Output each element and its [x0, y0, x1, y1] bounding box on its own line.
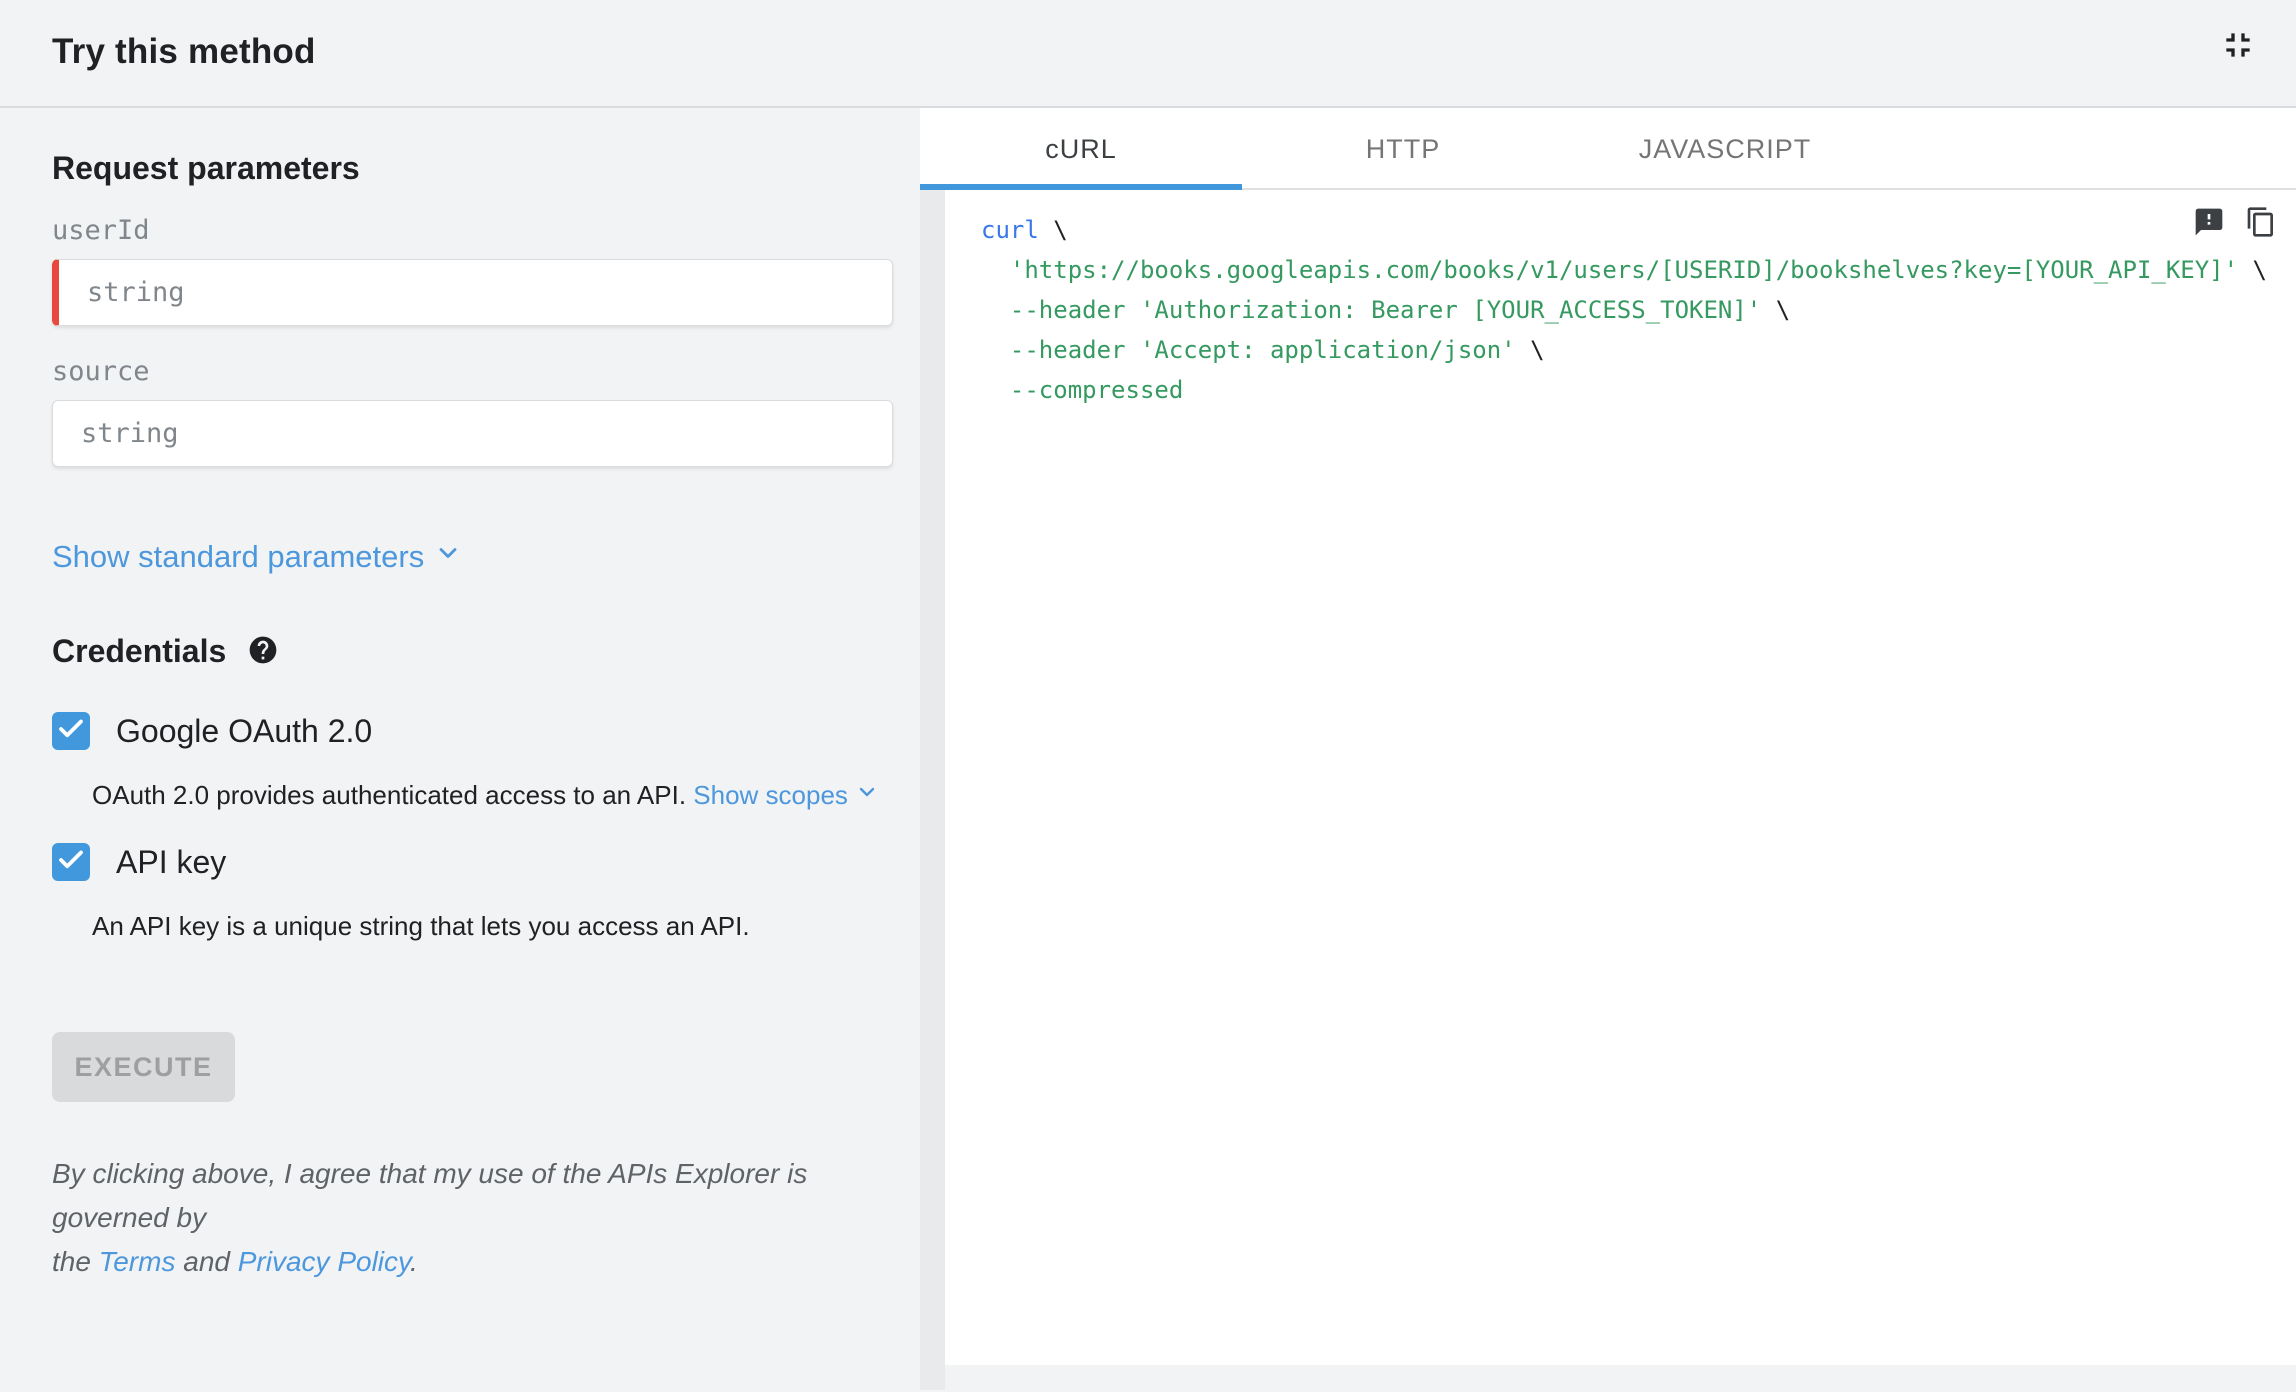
checkmark-icon	[56, 845, 86, 880]
legal-line1: By clicking above, I agree that my use o…	[52, 1158, 808, 1233]
tab-curl[interactable]: cURL	[920, 108, 1242, 190]
page-title: Try this method	[52, 32, 316, 71]
legal-text: By clicking above, I agree that my use o…	[52, 1152, 912, 1284]
legal-line2-suffix: .	[409, 1246, 418, 1277]
apikey-checkbox-label: API key	[116, 843, 227, 880]
tab-javascript[interactable]: JAVASCRIPT	[1564, 108, 1886, 190]
main-content: Request parameters userId source Show st…	[0, 108, 2296, 1390]
legal-line2-middle: and	[175, 1246, 238, 1277]
terms-link[interactable]: Terms	[99, 1246, 176, 1277]
copy-button[interactable]	[2244, 206, 2278, 240]
request-parameters-heading: Request parameters	[52, 150, 360, 186]
credentials-help-button[interactable]	[246, 635, 280, 669]
show-standard-parameters-link[interactable]: Show standard parameters	[52, 539, 424, 575]
credentials-heading: Credentials	[52, 633, 227, 669]
execute-button[interactable]: EXECUTE	[52, 1032, 235, 1102]
help-icon	[247, 634, 279, 669]
privacy-policy-link[interactable]: Privacy Policy	[238, 1246, 410, 1277]
chevron-down-icon	[434, 539, 462, 575]
feedback-button[interactable]	[2192, 206, 2226, 240]
chevron-down-icon	[855, 780, 879, 811]
code-sample-panel: cURL HTTP JAVASCRIPT curl \ 'https://boo…	[920, 108, 2296, 1390]
copy-icon	[2245, 206, 2277, 241]
param-field-source: source	[52, 356, 920, 467]
collapse-button[interactable]	[2214, 22, 2262, 70]
dialog-header: Try this method	[0, 0, 2296, 108]
apikey-checkbox[interactable]	[52, 843, 90, 881]
show-scopes-link[interactable]: Show scopes	[693, 780, 848, 810]
userid-label: userId	[52, 215, 150, 246]
request-panel: Request parameters userId source Show st…	[0, 108, 920, 1390]
oauth-checkbox-row[interactable]: Google OAuth 2.0	[52, 712, 920, 750]
code-region: curl \ 'https://books.googleapis.com/boo…	[920, 190, 2296, 1390]
oauth-description: OAuth 2.0 provides authenticated access …	[92, 780, 920, 811]
param-field-userid: userId	[52, 215, 920, 326]
oauth-description-text: OAuth 2.0 provides authenticated access …	[92, 780, 694, 810]
userid-input[interactable]	[59, 260, 892, 325]
oauth-checkbox-label: Google OAuth 2.0	[116, 712, 373, 749]
fullscreen-exit-icon	[2218, 25, 2258, 68]
source-label: source	[52, 356, 150, 387]
userid-input-wrap	[52, 259, 893, 326]
source-input[interactable]	[53, 401, 892, 466]
code-card: curl \ 'https://books.googleapis.com/boo…	[945, 190, 2296, 1365]
feedback-icon	[2193, 206, 2225, 241]
legal-line2-prefix: the	[52, 1246, 99, 1277]
code-block: curl \ 'https://books.googleapis.com/boo…	[981, 216, 2267, 404]
code-language-tabs: cURL HTTP JAVASCRIPT	[920, 108, 2296, 190]
checkmark-icon	[56, 714, 86, 749]
source-input-wrap	[52, 400, 893, 467]
apikey-checkbox-row[interactable]: API key	[52, 843, 920, 881]
tab-http[interactable]: HTTP	[1242, 108, 1564, 190]
apikey-description: An API key is a unique string that lets …	[92, 911, 750, 941]
oauth-checkbox[interactable]	[52, 712, 90, 750]
